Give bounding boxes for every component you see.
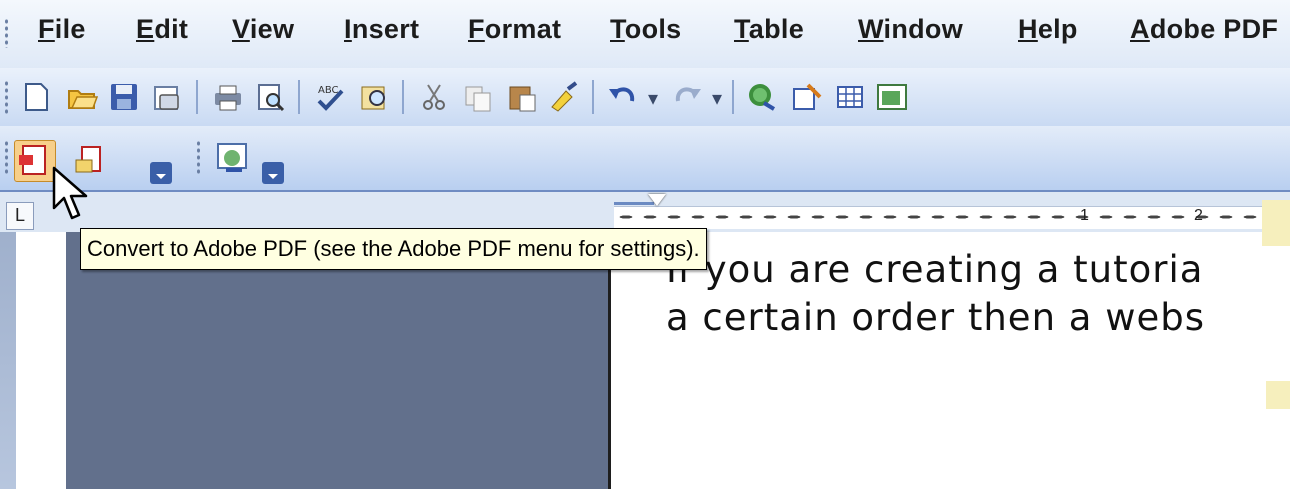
toolbar-separator [592, 80, 594, 114]
undo-dropdown-icon[interactable]: ▾ [648, 86, 658, 111]
convert-to-pdf-button[interactable] [14, 140, 56, 182]
tables-borders-icon[interactable] [790, 81, 822, 113]
spelling-icon[interactable]: ABC [314, 81, 346, 113]
vertical-ruler [0, 232, 16, 489]
print-icon[interactable] [212, 81, 244, 113]
menu-file[interactable]: File [38, 14, 86, 45]
save-icon[interactable] [108, 81, 140, 113]
copy-icon[interactable] [462, 81, 494, 113]
permission-icon[interactable] [150, 81, 182, 113]
ruler-number-2: 2 [1194, 207, 1203, 224]
highlight-block [1266, 381, 1290, 409]
tooltip-text: Convert to Adobe PDF (see the Adobe PDF … [87, 236, 700, 261]
cut-icon[interactable] [418, 81, 450, 113]
tab-selector[interactable]: L [6, 202, 34, 230]
tooltip: Convert to Adobe PDF (see the Adobe PDF … [80, 228, 707, 270]
toolbar-grip[interactable] [4, 80, 9, 114]
paste-icon[interactable] [506, 81, 538, 113]
ruler-ticks [614, 214, 1290, 220]
format-painter-icon[interactable] [548, 81, 580, 113]
menu-window[interactable]: Window [858, 14, 963, 45]
toolbar-separator [402, 80, 404, 114]
menu-insert[interactable]: Insert [344, 14, 419, 45]
highlight-block [1262, 200, 1290, 246]
redo-icon[interactable] [672, 81, 704, 113]
pdf-toolbar-grip[interactable] [4, 140, 9, 176]
menu-bar-grip[interactable] [4, 18, 9, 48]
open-folder-icon[interactable] [66, 81, 99, 113]
menu-table[interactable]: Table [734, 14, 804, 45]
mouse-cursor-icon [52, 166, 88, 220]
svg-text:ABC: ABC [318, 85, 339, 96]
menu-adobe-pdf[interactable]: Adobe PDF [1130, 14, 1278, 45]
print-preview-icon[interactable] [254, 81, 286, 113]
horizontal-ruler[interactable]: 1 2 [614, 206, 1290, 229]
toolbar-separator [298, 80, 300, 114]
pdf-toolbar-options-icon[interactable] [150, 162, 172, 184]
word-window: File Edit View Insert Format Tools Table… [0, 0, 1290, 489]
insert-table-icon[interactable] [834, 81, 866, 113]
menu-help[interactable]: Help [1018, 14, 1078, 45]
undo-icon[interactable] [606, 81, 638, 113]
review-toolbar-options-icon[interactable] [262, 162, 284, 184]
adobe-pdf-toolbar [0, 126, 1290, 192]
redo-dropdown-icon[interactable]: ▾ [712, 86, 722, 111]
ruler-number-1: 1 [1080, 207, 1089, 224]
menu-edit[interactable]: Edit [136, 14, 188, 45]
first-line-indent-marker[interactable] [648, 194, 666, 206]
research-icon[interactable] [358, 81, 390, 113]
review-toolbar-grip[interactable] [196, 140, 201, 176]
menu-format[interactable]: Format [468, 14, 561, 45]
menu-view[interactable]: View [232, 14, 294, 45]
standard-toolbar: ABC ▾ ▾ [0, 68, 1290, 127]
menu-tools[interactable]: Tools [610, 14, 682, 45]
insert-excel-icon[interactable] [876, 81, 908, 113]
toolbar-separator [196, 80, 198, 114]
document-line-1[interactable]: If you are creating a tutoria [666, 248, 1203, 291]
convert-to-pdf-icon [19, 145, 46, 175]
new-document-icon[interactable] [20, 81, 52, 113]
document-line-2[interactable]: a certain order then a webs [666, 296, 1205, 339]
send-for-review-icon[interactable] [212, 140, 252, 176]
menu-bar: File Edit View Insert Format Tools Table… [0, 0, 1290, 69]
hyperlink-icon[interactable] [746, 81, 778, 113]
left-panel [66, 232, 608, 489]
toolbar-separator [732, 80, 734, 114]
